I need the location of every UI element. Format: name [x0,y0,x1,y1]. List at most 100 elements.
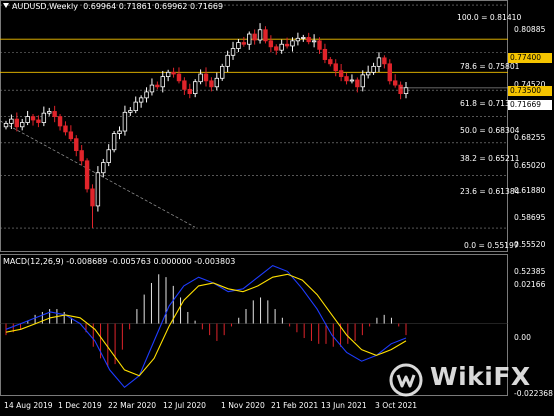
price-axis-label: 0.61880 [514,186,546,195]
candle-body [257,29,263,41]
candle-body [398,84,403,95]
candle-body [117,130,122,134]
time-axis-label: 1 Dec 2019 [58,401,102,410]
candle-body [349,79,355,82]
candle-body [322,48,328,60]
price-axis-label: 0.80885 [514,25,546,34]
candle-body [220,65,225,79]
candle-body [268,40,274,48]
candle-body [198,73,203,83]
price-axis-label: 0.55520 [514,240,546,249]
time-axis-label: 12 Jul 2020 [163,401,206,410]
candle-body [14,118,20,128]
candle-body [176,73,182,82]
candle-body [128,110,133,113]
candle-body [365,71,371,76]
candle-body [3,122,9,128]
candle-body [155,84,160,88]
candle-body [30,116,36,121]
price-axis-label: 0.68255 [514,133,546,142]
chart-header: AUDUSD,Weekly 0.69964 0.71861 0.69962 0.… [3,2,223,11]
price-chart-canvas [0,4,508,229]
price-axis[interactable]: 0.80885 0.77400 0.74520 0.73500 0.71669 … [508,0,554,400]
level-price-tag: 0.77400 [508,53,552,63]
candle-body [41,112,47,123]
time-axis-label: 22 Mar 2020 [108,401,157,410]
price-axis-label: 0.52385 [514,267,546,276]
candle-body [160,76,165,88]
candle-body [63,125,68,133]
ohlc-values: 0.69964 0.71861 0.69962 0.71669 [83,2,224,11]
time-axis-label: 3 Oct 2021 [375,401,418,410]
macd-main-line [5,264,407,389]
candle-body [274,46,279,51]
candle-body [9,118,14,124]
candle-body [355,79,360,88]
candle-body [203,73,209,82]
candle-body [252,33,257,41]
candle-body [311,40,317,43]
symbol-timeframe: AUDUSD,Weekly [12,2,78,11]
candle-body [68,131,74,140]
candle-body [36,119,41,123]
candle-body [225,54,230,67]
candle-body [236,42,241,49]
current-price-tag: 0.71669 [508,100,552,110]
candle-body [333,63,338,72]
candle-body [25,116,30,123]
time-axis-label: 13 Jun 2021 [321,401,367,410]
candle-body [133,101,138,112]
candle-body [344,76,349,82]
time-axis-label: 21 Feb 2021 [271,401,319,410]
wikifx-logo-icon [389,363,423,397]
candle-body [171,71,176,75]
candle-body [360,74,365,88]
candle-body [263,29,268,42]
candle-body [84,160,90,190]
candle-body [376,57,382,67]
time-axis[interactable]: 14 Aug 2019 1 Dec 2019 22 Mar 2020 12 Ju… [0,396,508,416]
candle-body [106,149,111,163]
candle-body [279,43,284,51]
macd-axis-label: 0.02166 [514,280,546,289]
time-axis-label: 14 Aug 2019 [4,401,53,410]
candle-body [182,80,187,90]
macd-header: MACD(12,26,9) -0.008689 -0.005763 0.0000… [3,257,236,266]
price-axis-label: 0.58695 [514,213,546,222]
candle-body [284,43,290,47]
candle-body [95,172,101,207]
dropdown-arrow-icon[interactable] [3,3,9,8]
candle-body [101,162,106,174]
macd-axis-label: 0.00 [514,333,531,342]
candle-body [306,37,311,43]
chart-window: AUDUSD,Weekly 0.69964 0.71861 0.69962 0.… [0,0,554,416]
candle-body [122,111,128,132]
candle-body [214,77,220,88]
candle-body [328,59,333,65]
time-axis-label: 1 Nov 2020 [221,401,265,410]
macd-signal-line [5,273,407,377]
watermark-text: WikiFX [430,362,531,391]
candle-body [79,150,84,162]
candle-body [403,87,409,95]
candle-body [382,57,387,65]
candle-body [392,80,398,86]
candle-body [371,65,376,73]
price-axis-label: 0.65020 [514,161,546,170]
candle-body [290,40,295,47]
candle-body [165,71,171,77]
candle-body [57,116,63,127]
candle-body [47,111,52,114]
candle-body [74,138,79,152]
level-price-tag: 0.73500 [508,86,552,96]
candle-body [149,84,155,93]
candle-body [301,37,306,39]
candle-body [338,70,344,77]
candle-body [20,122,25,128]
candle-body [247,33,252,45]
candle-body [187,88,192,95]
candle-body [230,48,236,56]
candle-body [52,111,57,117]
candle-body [111,133,117,151]
candle-body [387,63,392,82]
